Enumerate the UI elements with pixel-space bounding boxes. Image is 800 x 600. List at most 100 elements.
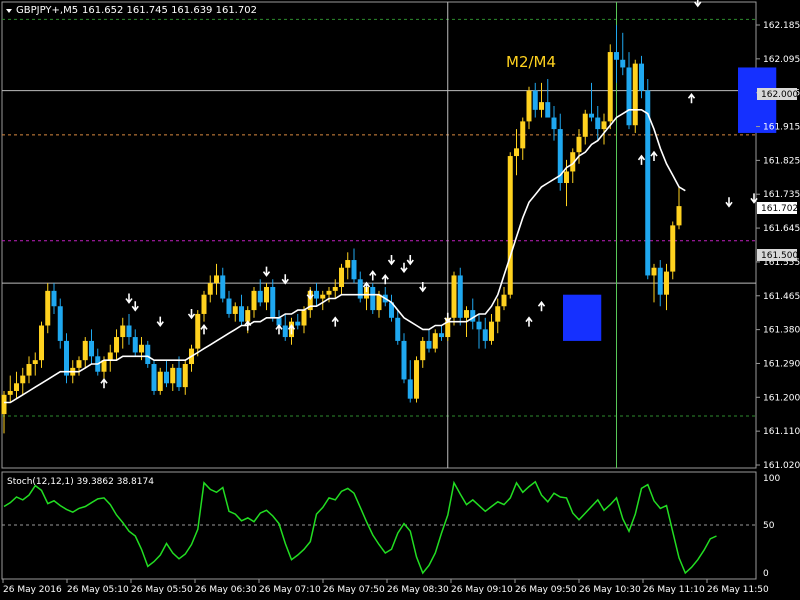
candle-body bbox=[426, 340, 432, 349]
candle-body bbox=[114, 337, 119, 353]
candle-body bbox=[576, 136, 582, 153]
candle-body bbox=[320, 294, 326, 299]
candle-body bbox=[357, 279, 363, 299]
candle-body bbox=[301, 310, 307, 326]
time-tick-label: 26 May 11:50 bbox=[707, 585, 769, 595]
candle-body bbox=[607, 52, 613, 122]
price-tick-label: 161.380 bbox=[763, 326, 800, 336]
price-tick-label: 162.185 bbox=[763, 21, 800, 31]
candle-body bbox=[226, 298, 232, 314]
symbol-label: GBPJPY+,M5 bbox=[16, 5, 78, 16]
trading-chart[interactable]: M2/M4 GBPJPY+,M5 161.652 161.745 161.639… bbox=[0, 0, 800, 600]
candle-body bbox=[489, 321, 494, 341]
candle-body bbox=[520, 121, 526, 149]
current-price-tag-text: 161.702 bbox=[761, 204, 798, 214]
candle-body bbox=[20, 375, 26, 384]
candle-body bbox=[64, 340, 69, 376]
candle-body bbox=[351, 260, 357, 280]
candle-body bbox=[551, 117, 557, 130]
candle-body bbox=[639, 63, 644, 91]
candle-body bbox=[1, 394, 7, 415]
candle-body bbox=[182, 364, 188, 388]
price-tick-label: 161.645 bbox=[763, 224, 800, 234]
candle-body bbox=[545, 102, 551, 118]
price-tick-label: 161.200 bbox=[763, 393, 800, 403]
candle-body bbox=[464, 310, 469, 318]
time-tick-label: 26 May 09:50 bbox=[515, 585, 577, 595]
candle-body bbox=[132, 337, 138, 353]
candle-body bbox=[107, 352, 113, 361]
time-tick-label: 26 May 07:50 bbox=[323, 585, 385, 595]
candle-body bbox=[39, 325, 44, 361]
price-tick-label: 161.735 bbox=[763, 190, 800, 200]
time-tick-label: 26 May 05:10 bbox=[67, 585, 129, 595]
price-tag-161500-text: 161.500 bbox=[761, 251, 798, 261]
annotation-m2-m4: M2/M4 bbox=[506, 53, 556, 71]
candle-body bbox=[282, 325, 288, 338]
candle-body bbox=[339, 267, 344, 287]
chart-header: GBPJPY+,M5 161.652 161.745 161.639 161.7… bbox=[6, 5, 257, 16]
candle-body bbox=[482, 329, 488, 341]
candle-body bbox=[207, 283, 213, 295]
candle-body bbox=[451, 275, 457, 318]
candle-body bbox=[614, 52, 619, 60]
candle-body bbox=[295, 321, 301, 326]
price-tick-label: 161.020 bbox=[763, 461, 800, 471]
candle-body bbox=[439, 333, 444, 338]
time-tick-label: 26 May 07:10 bbox=[259, 585, 321, 595]
candle-body bbox=[595, 117, 601, 130]
candle-body bbox=[532, 90, 538, 110]
price-tick-label: 161.825 bbox=[763, 156, 800, 166]
candle-body bbox=[420, 340, 426, 361]
candle-body bbox=[120, 325, 126, 338]
candle-body bbox=[214, 275, 219, 284]
candle-body bbox=[151, 364, 157, 391]
candle-body bbox=[345, 260, 351, 268]
candle-body bbox=[157, 371, 163, 391]
candle-body bbox=[314, 290, 319, 299]
candle-body bbox=[239, 306, 244, 322]
candle-body bbox=[620, 59, 626, 68]
candle-body bbox=[507, 156, 513, 295]
candle-body bbox=[201, 294, 207, 314]
candle-body bbox=[407, 379, 413, 399]
candle-body bbox=[195, 313, 201, 349]
candle-body bbox=[632, 63, 638, 126]
candle-body bbox=[657, 267, 663, 295]
candle-body bbox=[45, 290, 51, 326]
candle-body bbox=[651, 267, 657, 276]
candle-body bbox=[370, 286, 376, 311]
price-tick-label: 161.110 bbox=[763, 427, 800, 437]
candle-body bbox=[145, 344, 151, 365]
candle-body bbox=[401, 340, 407, 380]
candle-body bbox=[376, 294, 382, 311]
candle-body bbox=[514, 148, 519, 157]
candle-body bbox=[7, 390, 13, 395]
candle-body bbox=[139, 344, 144, 353]
chart-background bbox=[0, 0, 800, 600]
price-tick-label: 161.290 bbox=[763, 359, 800, 369]
time-tick-label: 26 May 2016 bbox=[3, 585, 62, 595]
candle-body bbox=[251, 290, 257, 311]
time-tick-label: 26 May 06:30 bbox=[195, 585, 257, 595]
stoch-tick-50: 50 bbox=[763, 521, 775, 531]
candle-body bbox=[664, 271, 669, 295]
stoch-tick-0: 0 bbox=[763, 569, 769, 579]
candle-body bbox=[539, 102, 544, 110]
price-tick-label: 162.095 bbox=[763, 55, 800, 65]
candle-body bbox=[501, 294, 507, 307]
candle-body bbox=[476, 321, 482, 330]
candle-body bbox=[414, 360, 419, 399]
candle-body bbox=[601, 121, 607, 130]
time-tick-label: 26 May 05:50 bbox=[131, 585, 193, 595]
candle-body bbox=[26, 364, 32, 376]
candle-body bbox=[676, 206, 682, 226]
candle-body bbox=[589, 113, 594, 118]
candle-body bbox=[89, 340, 94, 357]
price-tick-label: 161.465 bbox=[763, 292, 800, 302]
candle-body bbox=[495, 306, 501, 322]
time-tick-label: 26 May 08:30 bbox=[387, 585, 449, 595]
candle-body bbox=[170, 367, 176, 384]
candle-body bbox=[176, 367, 182, 388]
candle-body bbox=[32, 360, 38, 365]
